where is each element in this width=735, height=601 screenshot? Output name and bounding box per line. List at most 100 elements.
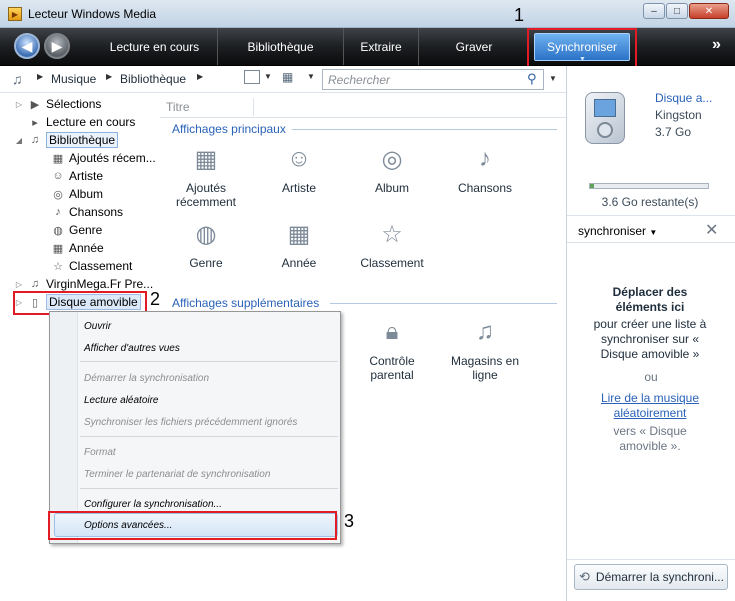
view-tile-label: Album (374, 181, 409, 195)
view-tile-artist[interactable]: ☺ Artiste (259, 143, 339, 195)
tree-item-genre[interactable]: ◍ Genre (51, 221, 102, 239)
section-divider (330, 303, 557, 304)
tree-item-artist[interactable]: ☺ Artiste (51, 167, 103, 185)
view-tile-year[interactable]: ▦ Année (259, 218, 339, 271)
person-icon: ☺ (286, 145, 312, 172)
menu-item-shuffle[interactable]: Lecture aléatoire (84, 390, 159, 410)
tree-label: Sélections (46, 97, 102, 111)
tree-item-now-playing[interactable]: ▸ Lecture en cours (28, 113, 135, 131)
layout-options-icon[interactable] (244, 70, 260, 84)
view-tile-label: Chansons (457, 181, 513, 195)
title-bar: ▶ Lecteur Windows Media – □ ✕ (0, 0, 735, 28)
remaining-space: 3.6 Go restante(s) (601, 195, 699, 209)
device-icon (585, 92, 625, 144)
device-screen (594, 99, 616, 117)
tree-label: Artiste (69, 169, 104, 183)
breadcrumb-library[interactable]: Bibliothèque (120, 72, 186, 86)
device-wheel (597, 122, 613, 138)
tree-label: Ajoutés récem... (69, 151, 156, 165)
device-brand: Kingston (655, 108, 702, 122)
chevron-down-icon[interactable]: ▼ (264, 72, 272, 81)
search-input[interactable]: Rechercher (322, 69, 544, 90)
or-text: ou (644, 370, 658, 384)
tab-now-playing[interactable]: Lecture en cours (92, 28, 218, 65)
view-tile-rating[interactable]: ☆ Classement (352, 218, 432, 271)
callout-box-sync-tab (527, 28, 637, 71)
tree-label: Classement (69, 259, 133, 273)
menu-gutter (50, 312, 78, 543)
view-tile-label: Classement (360, 256, 424, 270)
person-icon: ☺ (52, 170, 64, 182)
callout-box-advanced-options (48, 511, 337, 540)
tree-item-library[interactable]: ◢ ♫ Bibliothèque (14, 131, 119, 149)
sync-dropdown-label: synchroniser (578, 224, 647, 238)
tree-label: Chansons (69, 205, 124, 219)
tree-item-year[interactable]: ▦ Année (51, 239, 104, 257)
column-divider (253, 98, 254, 116)
start-sync-button[interactable]: ⟲ Démarrer la synchroni... (574, 564, 728, 590)
drop-zone-text: pour créer une liste à synchroniser sur … (593, 317, 707, 361)
window-title: Lecteur Windows Media (28, 7, 157, 21)
maximize-button[interactable]: □ (666, 3, 688, 19)
tab-library[interactable]: Bibliothèque (218, 28, 344, 65)
view-tile-label: Contrôle parental (369, 354, 415, 382)
media-player-icon: ▶ (8, 7, 22, 21)
menu-separator (80, 436, 338, 437)
tree-item-rating[interactable]: ☆ Classement (51, 257, 132, 275)
view-tile-label: Magasins en ligne (450, 354, 520, 382)
calendar-icon: ▦ (52, 152, 64, 165)
view-options-icon[interactable]: ▦ (282, 70, 293, 84)
view-tile-recently-added[interactable]: ▦ Ajoutés récemment (166, 143, 246, 210)
chevron-down-icon[interactable]: ▼ (549, 74, 557, 83)
view-tile-online-stores[interactable]: ♫ Magasins en ligne (445, 316, 525, 382)
menu-item-more-views[interactable]: Afficher d'autres vues (84, 338, 180, 358)
view-tile-parental-control[interactable]: 🔒︎ Contrôle parental (352, 316, 432, 382)
view-tile-songs[interactable]: ♪ Chansons (445, 143, 525, 195)
minimize-button[interactable]: – (643, 3, 665, 19)
sync-icon: ⟲ (579, 569, 590, 584)
start-sync-label: Démarrer la synchroni... (595, 570, 724, 584)
more-tabs-button[interactable]: » (712, 36, 721, 54)
expand-icon[interactable]: ▷ (14, 100, 24, 109)
search-icon[interactable]: ⚲ (527, 71, 537, 87)
menu-item-open[interactable]: Ouvrir (84, 316, 111, 336)
music-notes-icon: ♫ (476, 318, 494, 345)
tree-item-recently-added[interactable]: ▦ Ajoutés récem... (51, 149, 156, 167)
tab-burn[interactable]: Graver (419, 28, 529, 65)
panel-divider (567, 242, 735, 243)
music-note-icon: ♫ (30, 134, 40, 146)
view-tile-album[interactable]: ◎ Album (352, 143, 432, 196)
now-playing-icon: ▸ (32, 116, 38, 129)
breadcrumb-music[interactable]: Musique (51, 72, 96, 86)
tree-label: Année (69, 241, 104, 255)
callout-number-3: 3 (344, 511, 355, 531)
section-title-extra: Affichages supplémentaires (172, 296, 320, 310)
menu-item-format[interactable]: Format (84, 442, 116, 462)
tree-item-songs[interactable]: ♪ Chansons (51, 203, 123, 221)
tree-item-album[interactable]: ◎ Album (51, 185, 103, 203)
section-divider (292, 129, 557, 130)
column-header-title[interactable]: Titre (160, 96, 566, 118)
menu-item-sync-ignored[interactable]: Synchroniser les fichiers précédemment i… (84, 412, 297, 432)
device-name-link[interactable]: Disque a... (655, 91, 712, 105)
back-button[interactable]: ◀ (14, 33, 40, 59)
tab-rip[interactable]: Extraire (344, 28, 419, 65)
collapse-icon[interactable]: ◢ (14, 136, 24, 145)
forward-button[interactable]: ▶ (44, 33, 70, 59)
chevron-down-icon[interactable]: ▼ (307, 72, 315, 81)
clear-list-icon[interactable]: ✕ (705, 220, 718, 240)
sync-dropdown[interactable]: synchroniser ▼ (578, 224, 657, 238)
menu-item-start-sync[interactable]: Démarrer la synchronisation (84, 368, 209, 388)
shuffle-music-link[interactable]: Lire de la musique aléatoirement (587, 391, 713, 421)
menu-item-end-partnership[interactable]: Terminer le partenariat de synchronisati… (84, 464, 270, 484)
view-tile-label: Année (281, 256, 317, 270)
chevron-down-icon: ▼ (649, 228, 658, 237)
view-tile-genre[interactable]: ◍ Genre (166, 218, 246, 271)
calendar-icon: ▦ (194, 145, 218, 173)
playlist-icon: ▶ (30, 98, 40, 111)
calendar-icon: ▦ (52, 242, 64, 255)
close-button[interactable]: ✕ (689, 3, 729, 19)
tree-item-playlists[interactable]: ▷ ▶ Sélections (14, 95, 101, 113)
expand-icon[interactable]: ▷ (14, 280, 24, 289)
callout-number-2: 2 (150, 289, 161, 309)
